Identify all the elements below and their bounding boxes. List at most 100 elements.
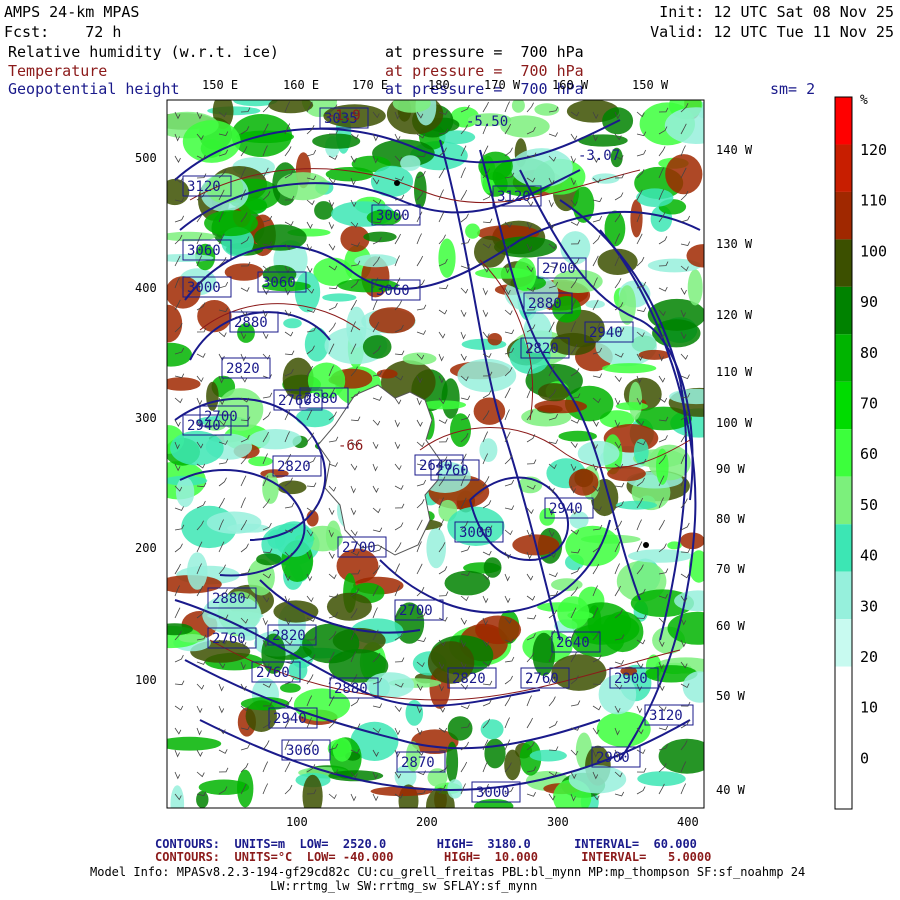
humidity-patch: [167, 178, 190, 206]
svg-text:2700: 2700: [542, 261, 576, 277]
footer-low: LOW= -40.000: [306, 850, 394, 864]
svg-text:3060: 3060: [376, 283, 410, 299]
svg-text:2640: 2640: [419, 458, 453, 474]
svg-text:3060: 3060: [187, 243, 221, 259]
humidity-patch: [256, 553, 282, 566]
svg-text:2820: 2820: [272, 628, 306, 644]
colorbar-segment: [835, 239, 852, 287]
humidity-patch: [534, 103, 560, 116]
x-tick-label: 300: [547, 815, 569, 829]
x-tick-label: 400: [677, 815, 699, 829]
colorbar-segment: [835, 666, 852, 715]
right-lon-label: 120 W: [716, 308, 753, 322]
top-lon-label: 160 E: [283, 78, 319, 92]
humidity-patch: [483, 557, 502, 578]
right-lon-label: 140 W: [716, 143, 753, 157]
svg-text:2700: 2700: [399, 603, 433, 619]
humidity-patch: [400, 155, 421, 171]
svg-text:2880: 2880: [212, 591, 246, 607]
svg-text:2820: 2820: [525, 341, 559, 357]
svg-text:2870: 2870: [401, 755, 435, 771]
right-lon-label: 100 W: [716, 416, 753, 430]
y-tick-label: 200: [135, 541, 157, 555]
svg-text:2880: 2880: [304, 391, 338, 407]
colorbar-label: 20: [860, 648, 878, 666]
humidity-patch: [167, 304, 183, 343]
humidity-patch: [686, 244, 704, 268]
humidity-patch: [268, 100, 314, 114]
colorbar-segment: [835, 524, 852, 572]
humidity-patch: [504, 749, 521, 781]
humidity-patch: [402, 352, 437, 365]
humidity-patch: [187, 552, 208, 590]
top-lon-label: 170 E: [352, 78, 388, 92]
weather-map: 3035312030603000288028202760270030003060…: [135, 78, 887, 829]
svg-text:2640: 2640: [556, 635, 590, 651]
x-tick-label: 100: [286, 815, 308, 829]
humidity-patch: [585, 300, 605, 309]
footer-temp-contours: CONTOURS: UNITS=°C LOW= -40.000 HIGH= 10…: [155, 851, 711, 864]
right-lon-label: 60 W: [716, 619, 746, 633]
svg-text:2760: 2760: [256, 665, 290, 681]
humidity-patch: [480, 719, 504, 740]
humidity-patch: [273, 600, 319, 623]
humidity-patch: [487, 333, 502, 346]
humidity-patch: [438, 238, 456, 278]
station-marker: [394, 180, 400, 186]
colorbar-label: 90: [860, 293, 878, 311]
colorbar-segment: [835, 476, 852, 525]
temp-label: -1.9: [327, 108, 361, 124]
humidity-patch: [664, 107, 704, 144]
humidity-patch: [204, 210, 258, 237]
humidity-patch: [175, 477, 195, 508]
humidity-patch: [167, 342, 192, 367]
humidity-patch: [630, 199, 643, 238]
y-tick-label: 100: [135, 673, 157, 687]
svg-text:2940: 2940: [549, 501, 583, 517]
station-marker: [643, 542, 649, 548]
colorbar-segment: [835, 571, 852, 620]
humidity-patch: [196, 791, 209, 808]
colorbar-segment: [835, 144, 852, 192]
colorbar: [834, 96, 853, 810]
svg-text:2760: 2760: [525, 671, 559, 687]
humidity-patch: [638, 349, 671, 360]
svg-text:2940: 2940: [589, 325, 623, 341]
model-info-2: LW:rrtmg_lw SW:rrtmg_sw SFLAY:sf_mynn: [270, 879, 538, 893]
colorbar-labels: 1201101009080706050403020100: [860, 141, 887, 767]
colorbar-label: 40: [860, 547, 878, 565]
svg-text:2820: 2820: [452, 671, 486, 687]
humidity-patch: [479, 438, 498, 462]
humidity-patch: [602, 363, 657, 374]
x-tick-label: 200: [416, 815, 438, 829]
top-lon-label: 150 W: [632, 78, 669, 92]
colorbar-label: 120: [860, 141, 887, 159]
humidity-patch: [369, 307, 416, 334]
humidity-patch: [669, 388, 704, 405]
humidity-patch: [633, 438, 649, 465]
colorbar-label: 60: [860, 445, 878, 463]
svg-text:2700: 2700: [342, 540, 376, 556]
humidity-patch: [392, 100, 431, 113]
humidity-patch: [447, 716, 473, 741]
right-lon-label: 50 W: [716, 689, 746, 703]
svg-text:2820: 2820: [277, 459, 311, 475]
humidity-patch: [283, 318, 302, 329]
humidity-patch: [618, 285, 636, 325]
humidity-patch: [687, 269, 703, 306]
top-lon-label: 180: [428, 78, 450, 92]
svg-text:2880: 2880: [528, 296, 562, 312]
svg-text:3060: 3060: [262, 275, 296, 291]
right-lon-label: 130 W: [716, 237, 753, 251]
model-info: Model Info: MPASv8.2.3-194-gf29cd82c CU:…: [90, 865, 806, 879]
right-lon-label: 90 W: [716, 462, 746, 476]
humidity-patch: [465, 223, 481, 239]
y-tick-label: 300: [135, 411, 157, 425]
footer-interval: INTERVAL= 60.000: [574, 837, 697, 851]
humidity-patch: [474, 799, 514, 808]
colorbar-segment: [835, 619, 852, 667]
humidity-patch: [637, 771, 686, 787]
svg-text:3000: 3000: [187, 280, 221, 296]
svg-text:3000: 3000: [376, 208, 410, 224]
svg-text:2900: 2900: [596, 750, 630, 766]
